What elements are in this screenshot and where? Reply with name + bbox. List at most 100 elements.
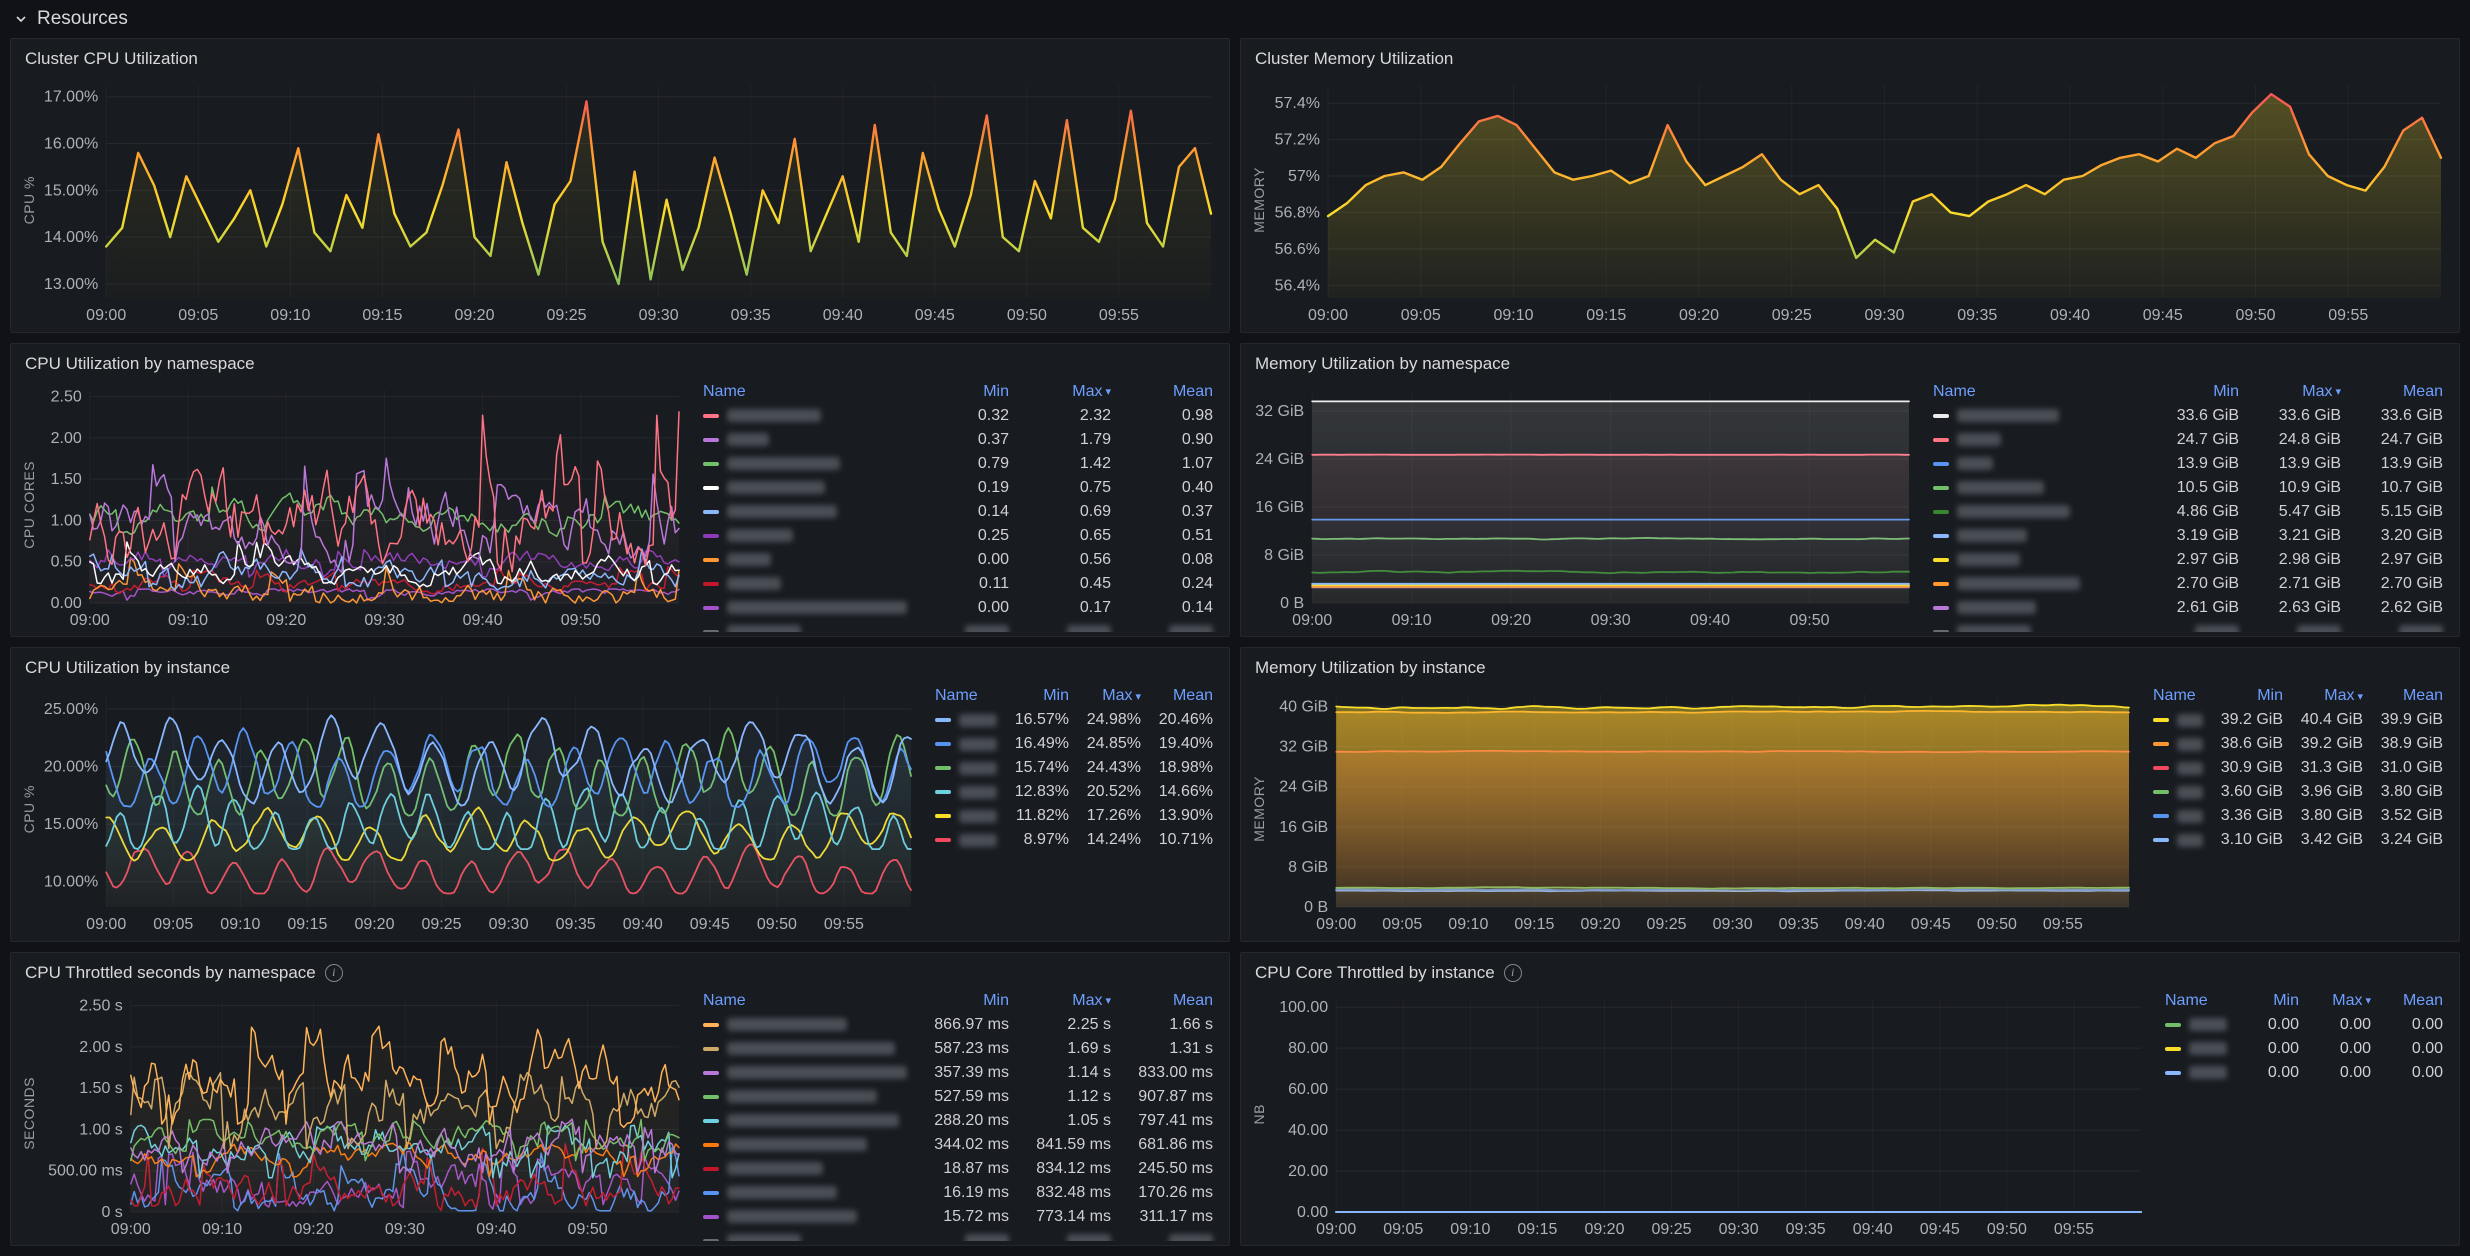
legend-series-toggle[interactable] — [1933, 409, 2137, 422]
legend-series-toggle[interactable] — [703, 1162, 907, 1175]
legend-header-max[interactable]: Max▾ — [2299, 992, 2371, 1010]
panel-title[interactable]: CPU Core Throttled by instance — [1255, 963, 1495, 983]
legend-series-toggle[interactable] — [703, 529, 907, 542]
time-series-plot[interactable]: 25.00%20.00%15.00%10.00%09:0009:0509:100… — [41, 682, 923, 937]
legend-series-toggle[interactable] — [703, 577, 907, 590]
legend-header-max[interactable]: Max▾ — [2239, 383, 2341, 401]
legend-series-toggle[interactable] — [703, 505, 907, 518]
legend-header-mean[interactable]: Mean — [2341, 383, 2443, 401]
chart-canvas[interactable]: 57.4%57.2%57%56.8%56.6%56.4%09:0009:0509… — [1271, 73, 2453, 328]
legend-series-toggle[interactable] — [2153, 810, 2203, 823]
legend-series-toggle[interactable] — [703, 1210, 907, 1223]
legend-series-toggle[interactable] — [1933, 529, 2137, 542]
legend-series-toggle[interactable] — [703, 1066, 907, 1079]
legend-header-min[interactable]: Min — [907, 383, 1009, 401]
legend-header-max[interactable]: Max▾ — [1009, 992, 1111, 1010]
legend-header-min[interactable]: Min — [2227, 992, 2299, 1010]
legend-series-toggle[interactable] — [935, 810, 997, 823]
legend-header-min[interactable]: Min — [997, 687, 1069, 705]
legend-series-toggle[interactable] — [703, 433, 907, 446]
legend-value-mean: 13.90% — [1141, 807, 1213, 825]
time-series-plot[interactable]: 100.0080.0060.0040.0020.000.0009:0009:05… — [1271, 987, 2153, 1242]
time-series-plot[interactable]: 40 GiB32 GiB24 GiB16 GiB8 GiB0 B09:0009:… — [1271, 682, 2141, 937]
legend-header-name[interactable]: Name — [2165, 992, 2227, 1010]
legend-header-name[interactable]: Name — [703, 992, 907, 1010]
x-tick-label: 09:00 — [86, 916, 126, 933]
legend-series-toggle[interactable] — [935, 834, 997, 847]
legend-header-max[interactable]: Max▾ — [1069, 687, 1141, 705]
legend-series-toggle[interactable] — [2153, 762, 2203, 775]
chart-canvas[interactable]: 17.00%16.00%15.00%14.00%13.00%09:0009:05… — [41, 73, 1223, 328]
legend-series-toggle[interactable] — [703, 1090, 907, 1103]
legend-header-mean[interactable]: Mean — [2371, 992, 2443, 1010]
panel-title[interactable]: Cluster CPU Utilization — [25, 49, 198, 69]
legend-header-mean[interactable]: Mean — [2363, 687, 2443, 705]
legend-header-name[interactable]: Name — [703, 383, 907, 401]
chart-canvas[interactable]: 32 GiB24 GiB16 GiB8 GiB0 B09:0009:1009:2… — [1247, 378, 1921, 633]
time-series-plot[interactable]: 2.50 s2.00 s1.50 s1.00 s500.00 ms0 s09:0… — [41, 987, 691, 1242]
legend-series-toggle[interactable] — [1933, 577, 2137, 590]
legend-series-toggle[interactable] — [703, 1018, 907, 1031]
section-row-resources[interactable]: Resources — [0, 0, 2470, 38]
legend-value-min: 11.82% — [997, 807, 1069, 825]
legend-series-toggle[interactable] — [2153, 738, 2203, 751]
legend-header-name[interactable]: Name — [935, 687, 997, 705]
panel-title[interactable]: CPU Utilization by namespace — [25, 354, 255, 374]
legend-series-toggle[interactable] — [703, 553, 907, 566]
legend-header-min[interactable]: Min — [907, 992, 1009, 1010]
legend-header-mean[interactable]: Mean — [1111, 992, 1213, 1010]
panel-title[interactable]: CPU Throttled seconds by namespace — [25, 963, 316, 983]
legend-header-mean[interactable]: Mean — [1111, 383, 1213, 401]
panel-title[interactable]: Memory Utilization by instance — [1255, 658, 1486, 678]
legend-header-max[interactable]: Max▾ — [1009, 383, 1111, 401]
time-series-plot[interactable]: 32 GiB24 GiB16 GiB8 GiB0 B09:0009:1009:2… — [1247, 378, 1921, 633]
time-series-plot[interactable]: 2.502.001.501.000.500.0009:0009:1009:200… — [41, 378, 691, 633]
legend-series-toggle[interactable] — [2153, 786, 2203, 799]
legend-series-toggle[interactable] — [1933, 433, 2137, 446]
panel-cpu-core-throttled: CPU Core Throttled by instanceiNB100.008… — [1240, 952, 2460, 1247]
legend-series-toggle[interactable] — [1933, 481, 2137, 494]
legend-header-max[interactable]: Max▾ — [2283, 687, 2363, 705]
legend-series-toggle[interactable] — [703, 625, 907, 632]
panel-title[interactable]: Memory Utilization by namespace — [1255, 354, 1510, 374]
time-series-plot[interactable]: 17.00%16.00%15.00%14.00%13.00%09:0009:05… — [41, 73, 1223, 328]
legend-series-toggle[interactable] — [2165, 1018, 2227, 1031]
info-icon[interactable]: i — [1504, 964, 1522, 982]
legend-header-name[interactable]: Name — [1933, 383, 2137, 401]
info-icon[interactable]: i — [325, 964, 343, 982]
legend-series-toggle[interactable] — [703, 1042, 907, 1055]
panel-title[interactable]: Cluster Memory Utilization — [1255, 49, 1453, 69]
legend-series-toggle[interactable] — [703, 1114, 907, 1127]
legend-series-toggle[interactable] — [703, 1138, 907, 1151]
legend-header-min[interactable]: Min — [2137, 383, 2239, 401]
legend-series-toggle[interactable] — [935, 714, 997, 727]
legend-header-min[interactable]: Min — [2203, 687, 2283, 705]
legend-header-name[interactable]: Name — [2153, 687, 2203, 705]
chart-canvas[interactable]: 2.502.001.501.000.500.0009:0009:1009:200… — [41, 378, 691, 633]
legend-series-toggle[interactable] — [1933, 625, 2137, 632]
legend-series-toggle[interactable] — [703, 1234, 907, 1241]
legend-series-toggle[interactable] — [703, 1186, 907, 1199]
time-series-plot[interactable]: 57.4%57.2%57%56.8%56.6%56.4%09:0009:0509… — [1271, 73, 2453, 328]
legend-series-toggle[interactable] — [2153, 714, 2203, 727]
legend-series-toggle[interactable] — [1933, 457, 2137, 470]
panel-title[interactable]: CPU Utilization by instance — [25, 658, 230, 678]
legend-series-toggle[interactable] — [2165, 1042, 2227, 1055]
chart-canvas[interactable]: 2.50 s2.00 s1.50 s1.00 s500.00 ms0 s09:0… — [41, 987, 691, 1242]
legend-series-toggle[interactable] — [1933, 505, 2137, 518]
legend-series-toggle[interactable] — [1933, 553, 2137, 566]
chart-canvas[interactable]: 25.00%20.00%15.00%10.00%09:0009:0509:100… — [41, 682, 923, 937]
legend-series-toggle[interactable] — [703, 601, 907, 614]
legend-series-toggle[interactable] — [935, 762, 997, 775]
legend-series-toggle[interactable] — [2165, 1066, 2227, 1079]
legend-header-mean[interactable]: Mean — [1141, 687, 1213, 705]
chart-canvas[interactable]: 40 GiB32 GiB24 GiB16 GiB8 GiB0 B09:0009:… — [1271, 682, 2141, 937]
legend-series-toggle[interactable] — [935, 786, 997, 799]
legend-series-toggle[interactable] — [703, 481, 907, 494]
legend-series-toggle[interactable] — [935, 738, 997, 751]
legend-series-toggle[interactable] — [703, 409, 907, 422]
legend-series-toggle[interactable] — [1933, 601, 2137, 614]
chart-canvas[interactable]: 100.0080.0060.0040.0020.000.0009:0009:05… — [1271, 987, 2153, 1242]
legend-series-toggle[interactable] — [2153, 834, 2203, 847]
legend-series-toggle[interactable] — [703, 457, 907, 470]
